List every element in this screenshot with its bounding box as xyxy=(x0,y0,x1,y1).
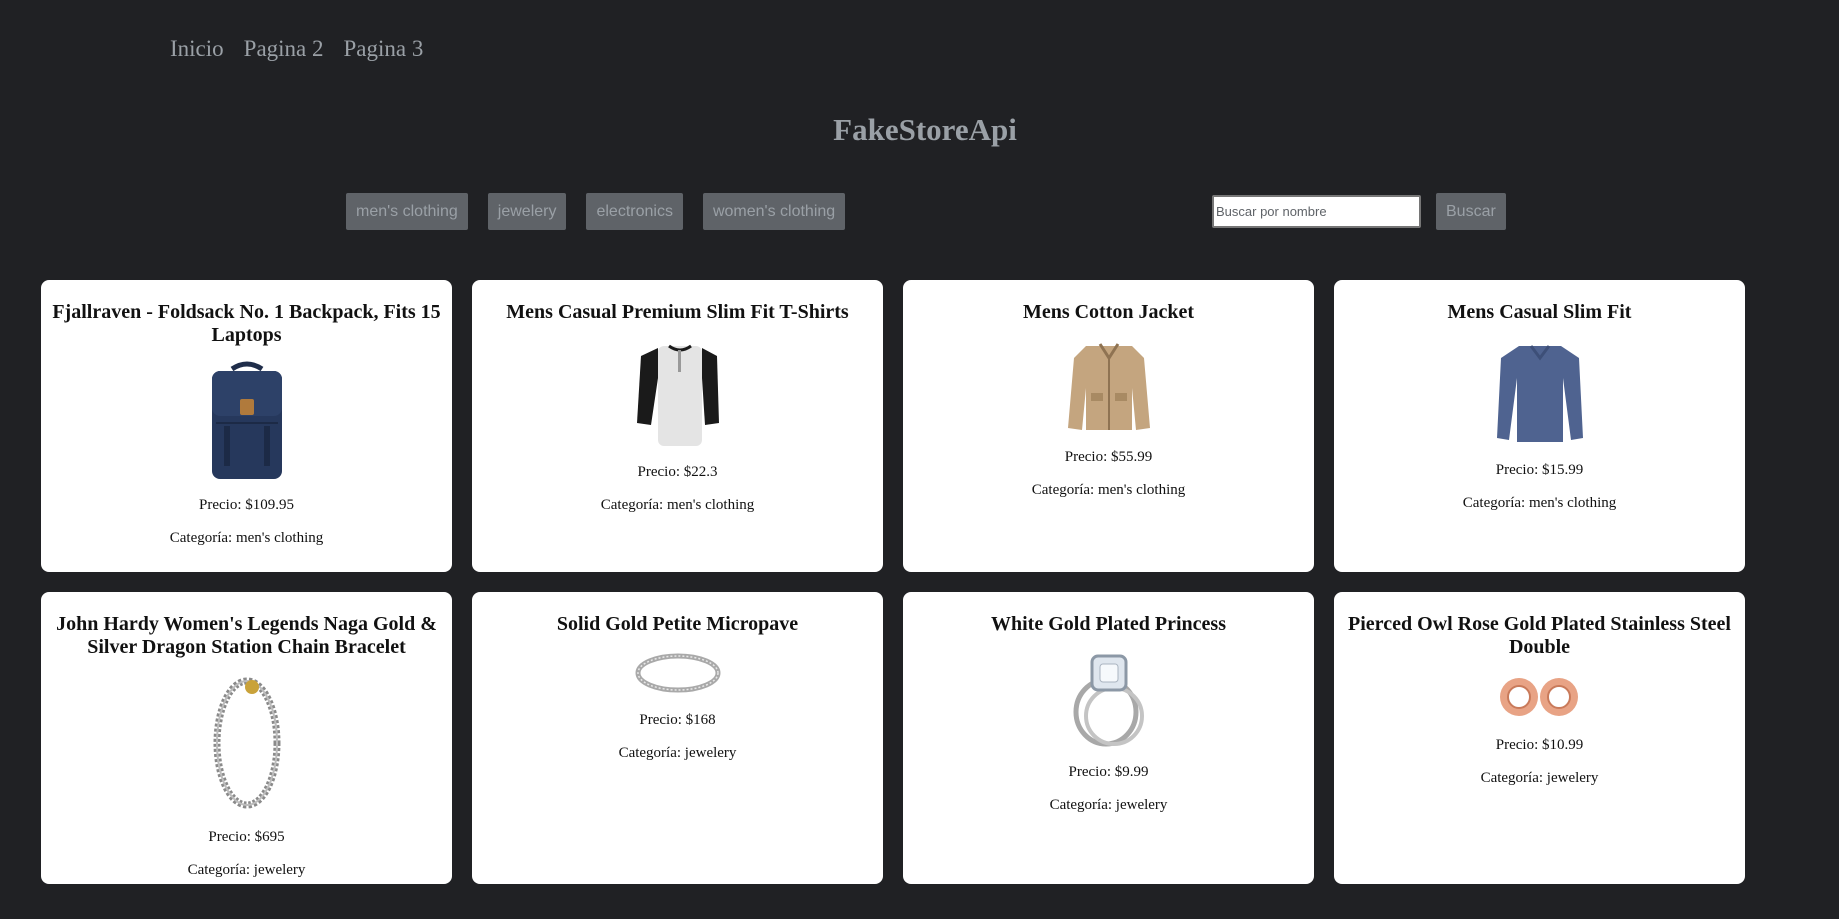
product-title: White Gold Plated Princess xyxy=(991,613,1226,635)
search-bar: Buscar xyxy=(1212,193,1506,230)
product-price: Precio: $168 xyxy=(639,712,716,728)
ear-plugs-image xyxy=(1344,673,1735,721)
product-category: Categoría: men's clothing xyxy=(1031,482,1186,498)
product-price: Precio: $15.99 xyxy=(1495,462,1584,478)
product-price: Precio: $109.95 xyxy=(199,497,294,513)
product-category: Categoría: men's clothing xyxy=(600,497,755,513)
category-button-jewelery[interactable]: jewelery xyxy=(487,193,567,230)
jacket-image xyxy=(913,338,1304,433)
search-input[interactable] xyxy=(1212,195,1421,228)
category-button-mens-clothing[interactable]: men's clothing xyxy=(346,193,468,230)
product-title: Solid Gold Petite Micropave xyxy=(556,613,799,635)
product-category: Categoría: men's clothing xyxy=(169,530,324,546)
product-title: John Hardy Women's Legends Naga Gold & S… xyxy=(56,613,437,658)
ring-image xyxy=(482,650,873,696)
product-category: Categoría: jewelery xyxy=(1049,797,1168,813)
product-grid: Fjallraven - Foldsack No. 1 Backpack, Fi… xyxy=(41,280,1745,884)
page-title: FakeStoreApi xyxy=(833,112,1017,147)
category-filter-bar: men's clothing jewelery electronics wome… xyxy=(346,193,846,230)
product-card[interactable]: White Gold Plated Princess Precio: $9.99… xyxy=(903,592,1314,884)
product-card[interactable]: Pierced Owl Rose Gold Plated Stainless S… xyxy=(1334,592,1745,884)
diamond-ring-image xyxy=(913,650,1304,748)
product-card[interactable]: John Hardy Women's Legends Naga Gold & S… xyxy=(41,592,452,884)
category-button-womens-clothing[interactable]: women's clothing xyxy=(702,193,846,230)
product-category: Categoría: jewelery xyxy=(1480,770,1599,786)
product-card[interactable]: Mens Casual Premium Slim Fit T-Shirts Pr… xyxy=(472,280,883,572)
product-card[interactable]: Mens Casual Slim Fit Precio: $15.99 Cate… xyxy=(1334,280,1745,572)
backpack-image xyxy=(51,361,442,481)
product-category: Categoría: jewelery xyxy=(618,745,737,761)
bracelet-image xyxy=(51,673,442,813)
raglan-tshirt-image xyxy=(482,338,873,448)
product-price: Precio: $695 xyxy=(208,829,285,845)
nav-link-inicio[interactable]: Inicio xyxy=(170,36,224,62)
product-card[interactable]: Fjallraven - Foldsack No. 1 Backpack, Fi… xyxy=(41,280,452,572)
product-price: Precio: $9.99 xyxy=(1068,764,1149,780)
product-card[interactable]: Mens Cotton Jacket Precio: $55.99 Catego… xyxy=(903,280,1314,572)
longsleeve-shirt-image xyxy=(1344,338,1735,446)
search-button[interactable]: Buscar xyxy=(1436,193,1506,230)
product-title: Mens Casual Slim Fit xyxy=(1447,301,1632,323)
product-price: Precio: $22.3 xyxy=(637,464,718,480)
product-category: Categoría: men's clothing xyxy=(1462,495,1617,511)
top-nav: Inicio Pagina 2 Pagina 3 xyxy=(170,36,423,62)
product-title: Pierced Owl Rose Gold Plated Stainless S… xyxy=(1348,613,1731,658)
product-title: Mens Cotton Jacket xyxy=(1022,301,1195,323)
product-category: Categoría: jewelery xyxy=(187,862,306,878)
product-price: Precio: $55.99 xyxy=(1064,449,1153,465)
nav-link-pagina-2[interactable]: Pagina 2 xyxy=(244,36,324,62)
category-button-electronics[interactable]: electronics xyxy=(586,193,683,230)
product-card[interactable]: Solid Gold Petite Micropave Precio: $168… xyxy=(472,592,883,884)
product-title: Fjallraven - Foldsack No. 1 Backpack, Fi… xyxy=(52,301,441,346)
product-title: Mens Casual Premium Slim Fit T-Shirts xyxy=(506,301,849,323)
nav-link-pagina-3[interactable]: Pagina 3 xyxy=(344,36,424,62)
product-price: Precio: $10.99 xyxy=(1495,737,1584,753)
